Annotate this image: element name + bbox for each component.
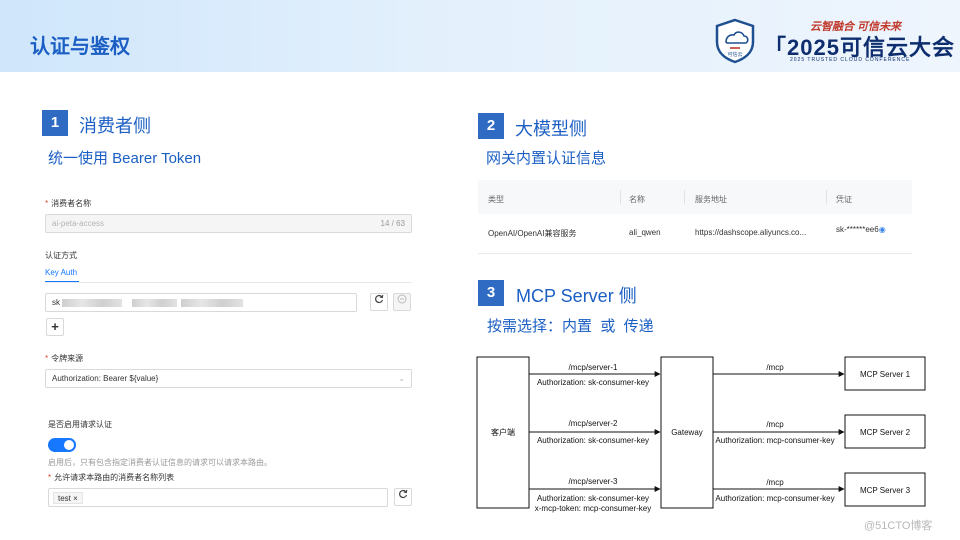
- allowed-consumers-select[interactable]: test ×: [48, 488, 388, 507]
- redacted-key-part: [132, 298, 177, 307]
- enable-auth-hint: 启用后，只有包含指定消费者认证信息的请求可以请求本路由。: [48, 458, 272, 467]
- section-number-2: 2: [478, 113, 504, 139]
- section-subtitle-consumer: 统一使用 Bearer Token: [48, 150, 202, 167]
- path-label-3: /mcp/server-3: [569, 477, 618, 486]
- extra-header-label: x-mcp-token: mcp-consumer-key: [535, 504, 651, 513]
- refresh-consumers-button[interactable]: [394, 488, 412, 506]
- consumer-name-value: ai-peta-access: [52, 219, 105, 228]
- regenerate-key-button[interactable]: [370, 293, 388, 311]
- column-divider: [620, 190, 621, 204]
- right-path-label-3: /mcp: [766, 478, 784, 487]
- consumer-tag: test ×: [53, 492, 83, 504]
- required-mark: *: [45, 354, 49, 363]
- right-auth-label-3: Authorization: mcp-consumer-key: [715, 494, 834, 503]
- table-row: OpenAI/OpenAI兼容服务 ali_qwen https://dashs…: [478, 214, 912, 254]
- tab-divider: [45, 282, 412, 283]
- trusted-cloud-shield-icon: 可信云: [715, 18, 755, 64]
- section-title-mcp: MCP Server 侧: [516, 286, 637, 306]
- emblem-text: 可信云: [727, 51, 742, 58]
- column-header: 服务地址: [695, 195, 727, 204]
- cell-credential: sk-******ee6◉: [836, 225, 886, 234]
- add-key-button[interactable]: +: [46, 318, 64, 336]
- auth-method-label: 认证方式: [45, 251, 77, 260]
- table-header: 类型 名称 服务地址 凭证: [478, 180, 912, 214]
- token-source-label: * 令牌来源: [45, 354, 84, 363]
- section-number-1: 1: [42, 110, 68, 136]
- enable-auth-label: 是否启用请求认证: [48, 420, 112, 429]
- api-key-prefix: sk: [52, 298, 60, 307]
- allowed-consumers-label: * 允许请求本路由的消费者名称列表: [48, 473, 175, 482]
- remove-key-button[interactable]: [393, 293, 411, 311]
- refresh-icon: [399, 489, 408, 499]
- auth-label-1: Authorization: sk-consumer-key: [537, 378, 649, 387]
- gateway-label: Gateway: [671, 428, 703, 437]
- chevron-down-icon: ⌄: [398, 374, 405, 383]
- section-title-consumer: 消费者侧: [79, 116, 151, 136]
- path-label-1: /mcp/server-1: [569, 363, 618, 372]
- mcp-server-1-label: MCP Server 1: [860, 370, 911, 379]
- required-mark: *: [45, 199, 49, 208]
- watermark: @51CTO博客: [864, 520, 933, 532]
- cell-name: ali_qwen: [629, 228, 661, 237]
- minus-circle-icon: [397, 294, 407, 304]
- right-path-label-1: /mcp: [766, 363, 784, 372]
- tab-key-auth[interactable]: Key Auth: [45, 268, 77, 277]
- required-mark: *: [48, 473, 52, 482]
- mcp-auth-diagram: 客户端 Gateway MCP Server 1 MCP Server 2 MC…: [476, 356, 926, 513]
- cell-url: https://dashscope.aliyuncs.co...: [695, 228, 807, 237]
- api-key-input[interactable]: sk: [45, 293, 357, 312]
- section-number-3: 3: [478, 280, 504, 306]
- column-divider: [826, 190, 827, 204]
- page-title: 认证与鉴权: [30, 36, 130, 58]
- right-auth-label-2: Authorization: mcp-consumer-key: [715, 436, 834, 445]
- conference-subtitle: 2025 TRUSTED CLOUD CONFERENCE: [790, 57, 911, 63]
- token-source-select[interactable]: Authorization: Bearer ${value} ⌄: [45, 369, 412, 388]
- mcp-server-3-label: MCP Server 3: [860, 486, 911, 495]
- consumer-name-input[interactable]: ai-peta-access 14 / 63: [45, 214, 412, 233]
- mcp-server-2-label: MCP Server 2: [860, 428, 911, 437]
- auth-label-2: Authorization: sk-consumer-key: [537, 436, 649, 445]
- enable-auth-toggle[interactable]: [48, 438, 76, 452]
- cell-type: OpenAI/OpenAI兼容服务: [488, 229, 577, 238]
- tag-close-icon[interactable]: ×: [73, 494, 78, 503]
- right-path-label-2: /mcp: [766, 420, 784, 429]
- client-label: 客户端: [491, 427, 515, 437]
- eye-icon[interactable]: ◉: [879, 225, 886, 234]
- refresh-icon: [375, 294, 384, 304]
- char-counter: 14 / 63: [380, 219, 405, 228]
- header-banner: 认证与鉴权 可信云 云智融合 可信未来 「2025可信云大会 2025 TRUS…: [0, 0, 960, 72]
- redacted-key-part: [181, 298, 243, 307]
- column-header: 凭证: [836, 195, 852, 204]
- column-divider: [684, 190, 685, 204]
- consumer-name-label: * 消费者名称: [45, 199, 92, 208]
- section-subtitle-llm: 网关内置认证信息: [486, 150, 607, 167]
- auth-label-3: Authorization: sk-consumer-key: [537, 494, 649, 503]
- column-header: 名称: [629, 195, 645, 204]
- redacted-key-part: [62, 298, 122, 307]
- provider-table: 类型 名称 服务地址 凭证 OpenAI/OpenAI兼容服务 ali_qwen…: [478, 180, 912, 254]
- toggle-knob: [64, 440, 74, 450]
- path-label-2: /mcp/server-2: [569, 419, 618, 428]
- column-header: 类型: [488, 195, 504, 204]
- section-subtitle-mcp: 按需选择：内置 或 传递: [487, 318, 654, 335]
- section-title-llm: 大模型侧: [515, 119, 587, 139]
- token-source-value: Authorization: Bearer ${value}: [52, 374, 159, 383]
